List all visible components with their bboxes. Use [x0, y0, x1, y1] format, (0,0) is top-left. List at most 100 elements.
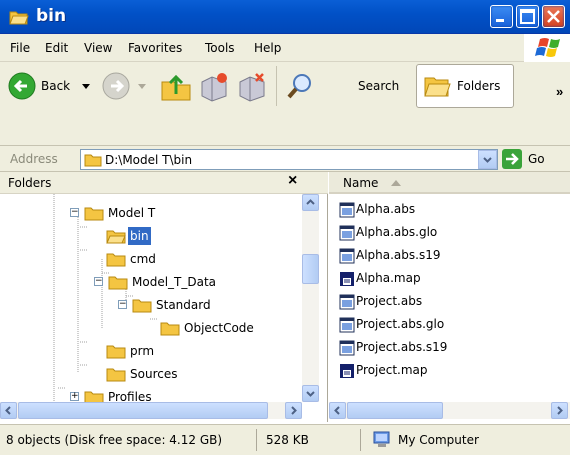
address-field[interactable]: D:\Model T\bin [80, 149, 498, 170]
folders-pane: Folders × − Model T bin cmd − Model_T_Da… [0, 172, 328, 422]
scroll-thumb[interactable] [347, 402, 443, 419]
folder-icon [108, 276, 128, 290]
scroll-left-button[interactable] [329, 402, 346, 419]
file-name: Alpha.abs.s19 [356, 248, 441, 262]
folders-vertical-scrollbar[interactable] [302, 194, 319, 402]
scroll-left-button[interactable] [0, 402, 17, 419]
folder-icon [160, 322, 180, 336]
move-to-icon[interactable] [198, 70, 230, 102]
menu-bar: File Edit View Favorites Tools Help [0, 34, 570, 62]
tree-item-label: Model_T_Data [132, 275, 217, 289]
maximize-button[interactable] [516, 5, 539, 28]
menu-file[interactable]: File [10, 41, 30, 55]
address-dropdown-button[interactable] [478, 150, 497, 169]
toolbar-separator [276, 66, 277, 106]
collapse-icon[interactable]: − [70, 208, 79, 217]
status-bar: 8 objects (Disk free space: 4.12 GB) 528… [0, 424, 570, 455]
menu-favorites[interactable]: Favorites [128, 41, 182, 55]
address-label: Address [10, 152, 58, 166]
forward-arrow-icon [102, 72, 130, 100]
file-list-pane: Name Alpha.abs Alpha.abs.glo Alpha.abs.s… [329, 172, 570, 422]
menu-view[interactable]: View [84, 41, 112, 55]
folders-horizontal-scrollbar[interactable] [0, 402, 302, 419]
file-name: Alpha.abs [356, 202, 416, 216]
file-name: Project.abs.glo [356, 317, 445, 331]
close-button[interactable] [542, 5, 565, 28]
folder-icon [106, 253, 126, 267]
maximize-icon [520, 9, 535, 24]
folders-pane-header: Folders × [0, 172, 328, 194]
menu-tools[interactable]: Tools [205, 41, 235, 55]
chevron-left-icon [5, 406, 11, 415]
map-file-icon [340, 272, 354, 286]
folder-icon [132, 299, 152, 313]
tree-item-label: ObjectCode [184, 321, 254, 335]
files-horizontal-scrollbar[interactable] [329, 402, 570, 419]
collapse-icon[interactable]: − [118, 300, 127, 309]
back-button[interactable]: Back [8, 66, 92, 106]
abs-file-icon [339, 317, 355, 333]
standard-toolbar: Back Search Folders » [0, 62, 570, 146]
chevron-right-icon [557, 406, 563, 415]
scroll-down-button[interactable] [302, 385, 319, 402]
back-dropdown-icon[interactable] [82, 84, 90, 90]
address-bar: Address D:\Model T\bin Go [0, 146, 570, 172]
sort-ascending-icon [391, 180, 401, 186]
windows-flag-icon [535, 38, 560, 57]
go-button[interactable]: Go [502, 148, 558, 170]
tree-item-label: bin [128, 227, 151, 245]
window-title: bin [36, 6, 67, 26]
minimize-icon [496, 19, 504, 22]
collapse-icon[interactable]: − [94, 277, 103, 286]
abs-file-icon [339, 225, 355, 241]
chevron-down-icon [483, 157, 492, 163]
folders-pane-close-icon[interactable]: × [288, 172, 297, 190]
close-icon [547, 10, 560, 23]
tree-item-label: Sources [130, 367, 178, 381]
tree-item-label: cmd [130, 252, 156, 266]
forward-button[interactable] [102, 66, 152, 106]
name-column-header[interactable]: Name [329, 172, 570, 194]
file-name: Project.abs.s19 [356, 340, 448, 354]
abs-file-icon [339, 340, 355, 356]
folder-icon [84, 207, 104, 221]
search-button[interactable]: Search [282, 66, 406, 106]
file-name: Alpha.map [356, 271, 421, 285]
go-arrow-icon [502, 149, 522, 169]
file-name: Project.map [356, 363, 428, 377]
column-name-label: Name [343, 176, 379, 190]
folders-pane-title: Folders [8, 176, 52, 190]
go-label: Go [528, 152, 545, 166]
back-arrow-icon [8, 72, 36, 100]
chevron-down-icon [306, 391, 315, 397]
menu-edit[interactable]: Edit [45, 41, 68, 55]
up-folder-icon[interactable] [160, 70, 192, 102]
scroll-right-button[interactable] [551, 402, 568, 419]
abs-file-icon [339, 202, 355, 218]
title-bar[interactable]: bin [0, 0, 570, 34]
file-name: Project.abs [356, 294, 423, 308]
minimize-button[interactable] [490, 5, 513, 28]
toolbar-chevron[interactable]: » [556, 84, 563, 99]
chevron-right-icon [291, 406, 297, 415]
scroll-thumb[interactable] [18, 402, 268, 419]
address-value: D:\Model T\bin [105, 153, 193, 167]
folders-button[interactable]: Folders [416, 64, 514, 108]
status-size: 528 KB [266, 433, 309, 447]
my-computer-icon [373, 431, 390, 447]
abs-file-icon [339, 248, 355, 264]
abs-file-icon [339, 294, 355, 310]
windows-logo [524, 34, 570, 62]
file-name: Alpha.abs.glo [356, 225, 438, 239]
tree-item-label: prm [130, 344, 155, 358]
scroll-right-button[interactable] [285, 402, 302, 419]
open-folder-icon [9, 11, 29, 25]
copy-to-icon[interactable] [236, 70, 268, 102]
back-label: Back [41, 79, 71, 93]
forward-dropdown-icon[interactable] [138, 84, 146, 90]
scroll-thumb[interactable] [302, 254, 319, 284]
map-file-icon [340, 364, 354, 378]
scroll-up-button[interactable] [302, 194, 319, 211]
menu-help[interactable]: Help [254, 41, 281, 55]
expand-icon[interactable]: + [70, 392, 79, 401]
